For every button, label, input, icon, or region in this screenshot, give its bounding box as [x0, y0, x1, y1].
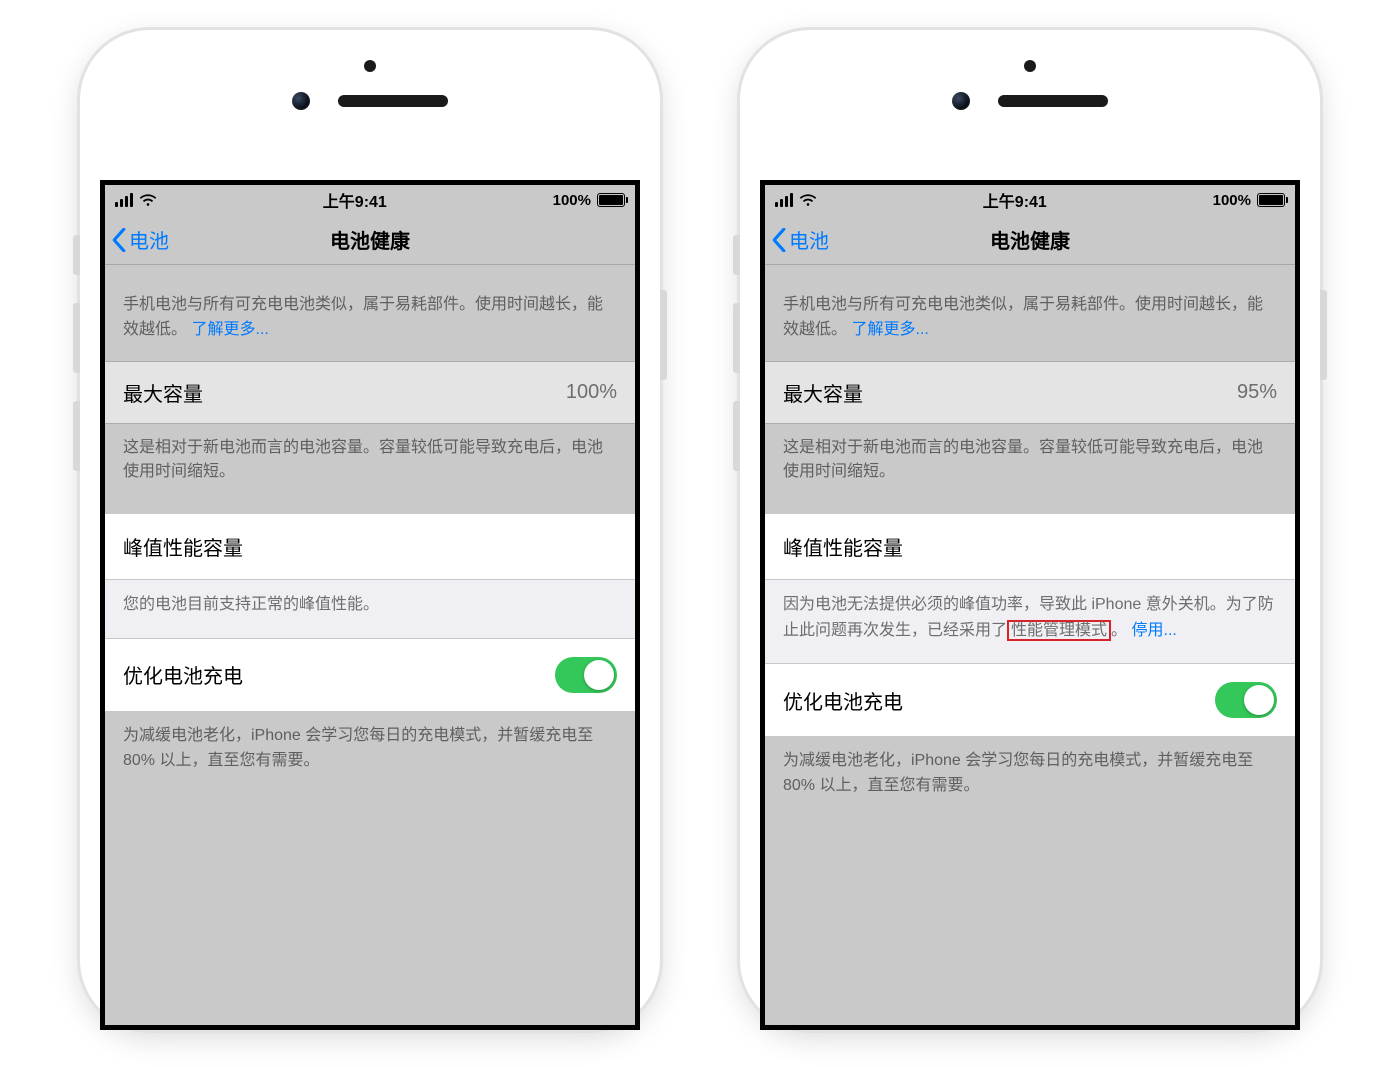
max-capacity-value: 95% — [1237, 381, 1277, 404]
performance-management-highlight: 性能管理模式 — [1007, 620, 1111, 641]
earpiece-speaker — [998, 95, 1108, 107]
max-capacity-row: 最大容量 95% — [765, 361, 1295, 424]
max-capacity-value: 100% — [566, 381, 617, 404]
learn-more-link[interactable]: 了解更多... — [851, 321, 928, 338]
back-label: 电池 — [129, 225, 169, 254]
screen: 上午9:41 100% 电池 电池健康 手机电池与所有可充电电池类似，属于易耗部… — [760, 180, 1300, 1030]
signal-icon — [115, 193, 133, 207]
proximity-sensor — [364, 60, 376, 72]
peak-performance-row: 峰值性能容量 — [105, 513, 635, 580]
nav-bar: 电池 电池健康 — [105, 215, 635, 265]
nav-title: 电池健康 — [105, 225, 635, 254]
front-camera — [292, 92, 310, 110]
back-button[interactable]: 电池 — [765, 225, 829, 254]
earpiece-speaker — [338, 95, 448, 107]
optimized-charging-footer: 为减缓电池老化，iPhone 会学习您每日的充电模式，并暂缓充电至 80% 以上… — [105, 712, 635, 802]
status-time: 上午9:41 — [817, 188, 1213, 212]
side-buttons-left — [73, 235, 80, 471]
side-button-right — [1320, 290, 1327, 380]
nav-bar: 电池 电池健康 — [765, 215, 1295, 265]
optimized-charging-toggle[interactable] — [1215, 682, 1277, 718]
peak-performance-footer: 您的电池目前支持正常的峰值性能。 — [105, 580, 635, 638]
wifi-icon — [139, 193, 157, 207]
optimized-charging-label: 优化电池充电 — [783, 686, 903, 715]
screen: 上午9:41 100% 电池 电池健康 手机电池与所有可充电电池类似，属于易耗部… — [100, 180, 640, 1030]
intro-text: 手机电池与所有可充电电池类似，属于易耗部件。使用时间越长，能效越低。 了解更多.… — [105, 265, 635, 361]
battery-percent: 100% — [1213, 192, 1251, 209]
intro-text: 手机电池与所有可充电电池类似，属于易耗部件。使用时间越长，能效越低。 了解更多.… — [765, 265, 1295, 361]
optimized-charging-label: 优化电池充电 — [123, 660, 243, 689]
phone-frame-left: 上午9:41 100% 电池 电池健康 手机电池与所有可充电电池类似，属于易耗部… — [80, 30, 660, 1030]
battery-icon — [1257, 193, 1285, 207]
max-capacity-row: 最大容量 100% — [105, 361, 635, 424]
side-button-right — [660, 290, 667, 380]
disable-link[interactable]: 停用... — [1132, 622, 1177, 639]
peak-performance-row: 峰值性能容量 — [765, 513, 1295, 580]
peak-performance-label: 峰值性能容量 — [123, 532, 243, 561]
wifi-icon — [799, 193, 817, 207]
signal-icon — [775, 193, 793, 207]
max-capacity-footer: 这是相对于新电池而言的电池容量。容量较低可能导致充电后，电池使用时间缩短。 — [105, 424, 635, 514]
front-camera — [952, 92, 970, 110]
phone-frame-right: 上午9:41 100% 电池 电池健康 手机电池与所有可充电电池类似，属于易耗部… — [740, 30, 1320, 1030]
status-bar: 上午9:41 100% — [105, 185, 635, 215]
optimized-charging-row: 优化电池充电 — [765, 663, 1295, 737]
back-button[interactable]: 电池 — [105, 225, 169, 254]
side-buttons-left — [733, 235, 740, 471]
max-capacity-label: 最大容量 — [123, 378, 203, 407]
optimized-charging-toggle[interactable] — [555, 657, 617, 693]
sensor-bar — [292, 92, 448, 110]
status-bar: 上午9:41 100% — [765, 185, 1295, 215]
back-label: 电池 — [789, 225, 829, 254]
chevron-left-icon — [111, 228, 127, 252]
peak-performance-label: 峰值性能容量 — [783, 532, 903, 561]
optimized-charging-footer: 为减缓电池老化，iPhone 会学习您每日的充电模式，并暂缓充电至 80% 以上… — [765, 737, 1295, 827]
nav-title: 电池健康 — [765, 225, 1295, 254]
proximity-sensor — [1024, 60, 1036, 72]
status-time: 上午9:41 — [157, 188, 553, 212]
battery-icon — [597, 193, 625, 207]
peak-performance-footer: 因为电池无法提供必须的峰值功率，导致此 iPhone 意外关机。为了防止此问题再… — [765, 580, 1295, 663]
chevron-left-icon — [771, 228, 787, 252]
max-capacity-label: 最大容量 — [783, 378, 863, 407]
max-capacity-footer: 这是相对于新电池而言的电池容量。容量较低可能导致充电后，电池使用时间缩短。 — [765, 424, 1295, 514]
sensor-bar — [952, 92, 1108, 110]
optimized-charging-row: 优化电池充电 — [105, 638, 635, 712]
battery-percent: 100% — [553, 192, 591, 209]
learn-more-link[interactable]: 了解更多... — [191, 321, 268, 338]
